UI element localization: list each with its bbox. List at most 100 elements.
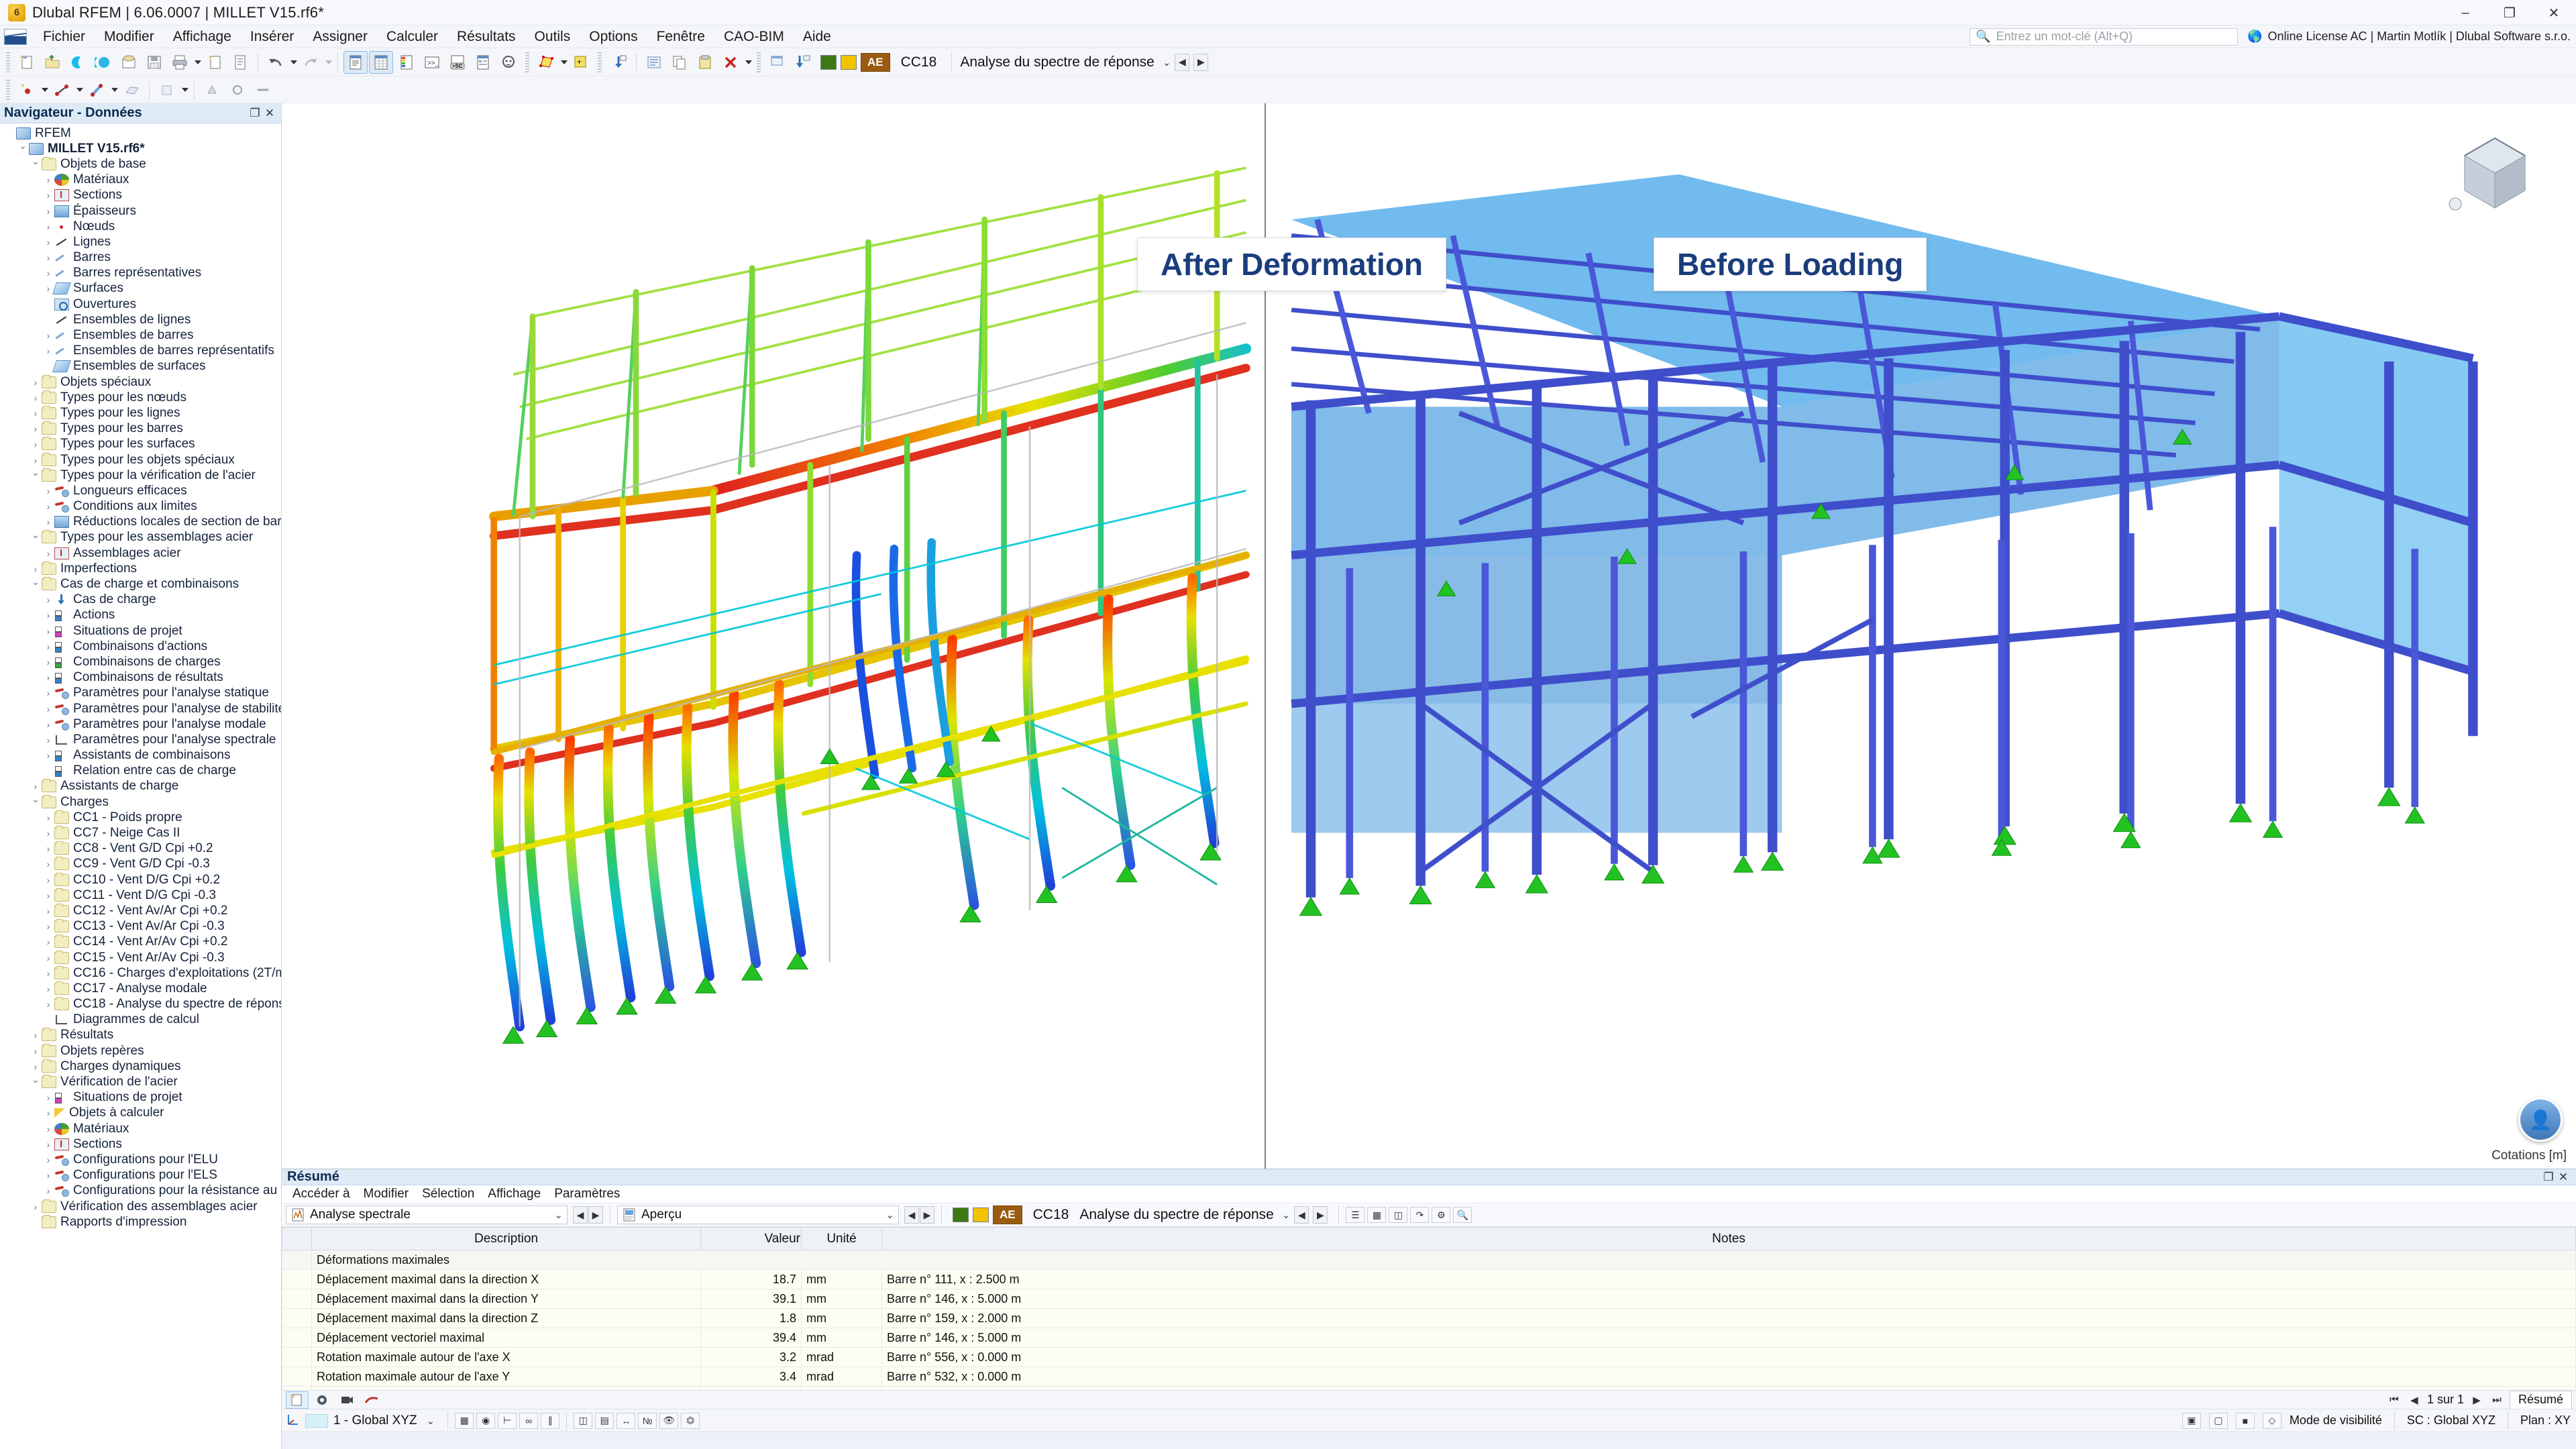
chevron-right-icon[interactable] [42, 517, 54, 527]
navigator-toggle-icon[interactable] [343, 51, 368, 74]
navigator-item-27[interactable]: Assemblages acier [0, 545, 281, 561]
results-menu-acceder[interactable]: Accéder à [286, 1185, 357, 1203]
search-icon[interactable]: 🔍 [1453, 1207, 1472, 1223]
chevron-right-icon[interactable] [42, 875, 54, 885]
pager-prev-button[interactable]: ◀ [2407, 1394, 2422, 1406]
view-mode-combo[interactable]: Aperçu ⌄ [617, 1205, 899, 1224]
view-cube[interactable] [2445, 123, 2545, 224]
report-icon[interactable] [228, 51, 252, 74]
navigator-item-51[interactable]: CC13 - Vent Av/Ar Cpi -0.3 [0, 919, 281, 934]
results-load-case-selector[interactable]: AE CC18 Analyse du spectre de réponse ⌄ … [949, 1203, 1332, 1226]
results-menu-selection[interactable]: Sélection [415, 1185, 481, 1203]
chevron-right-icon[interactable] [42, 1170, 54, 1181]
paste-icon[interactable] [693, 51, 717, 74]
toolbar-grip-2[interactable] [525, 52, 529, 72]
view-next-button[interactable]: ▶ [920, 1206, 934, 1224]
navigator-item-47[interactable]: CC9 - Vent G/D Cpi -0.3 [0, 857, 281, 872]
settings-icon[interactable]: ⚙ [1432, 1207, 1450, 1223]
chevron-right-icon[interactable] [42, 735, 54, 745]
navigator-item-68[interactable]: Configurations pour la résistance au feu [0, 1183, 281, 1199]
navigator-item-24[interactable]: Conditions aux limites [0, 499, 281, 515]
new-node-icon[interactable] [15, 78, 39, 101]
new-report-icon[interactable] [203, 51, 227, 74]
navigator-item-10[interactable]: Surfaces [0, 281, 281, 297]
results-close-button[interactable]: ✕ [2556, 1171, 2571, 1184]
delete-dropdown-icon[interactable] [745, 60, 752, 64]
toolbar-grip[interactable] [6, 52, 10, 72]
chevron-down-icon[interactable]: ⌄ [1282, 1209, 1291, 1221]
chevron-right-icon[interactable] [42, 1092, 54, 1103]
bim-model-icon[interactable] [91, 51, 115, 74]
chevron-right-icon[interactable] [42, 983, 54, 994]
navigator-item-44[interactable]: CC1 - Poids propre [0, 810, 281, 825]
col-value[interactable]: Valeur [701, 1228, 802, 1250]
navigator-item-28[interactable]: Imperfections [0, 561, 281, 576]
tab-summary-icon[interactable] [286, 1391, 309, 1409]
chevron-right-icon[interactable] [42, 594, 54, 605]
navigator-item-42[interactable]: Assistants de charge [0, 779, 281, 794]
render-mode-icon[interactable]: ▣ [2182, 1413, 2201, 1429]
chevron-right-icon[interactable] [42, 237, 54, 248]
chevron-down-icon[interactable]: ⌄ [885, 1209, 894, 1221]
snap-grid-icon[interactable]: ▦ [455, 1413, 474, 1429]
wireframe-icon[interactable]: ▢ [2209, 1413, 2228, 1429]
chevron-right-icon[interactable] [30, 377, 42, 388]
chevron-right-icon[interactable] [42, 206, 54, 217]
navigator-item-30[interactable]: Cas de charge [0, 592, 281, 608]
navigator-item-61[interactable]: Vérification de l'acier [0, 1074, 281, 1089]
chevron-right-icon[interactable] [42, 968, 54, 979]
solid-mode-icon[interactable]: ■ [2236, 1413, 2255, 1429]
results-lc-next-button[interactable]: ▶ [1313, 1206, 1328, 1224]
layer-icon[interactable]: ◫ [574, 1413, 592, 1429]
filter-icon[interactable]: ☰ [1346, 1207, 1364, 1223]
chevron-right-icon[interactable] [42, 750, 54, 761]
navigator-item-17[interactable]: Types pour les nœuds [0, 390, 281, 405]
navigator-item-38[interactable]: Paramètres pour l'analyse modale [0, 716, 281, 732]
chevron-right-icon[interactable] [30, 455, 42, 466]
navigator-item-29[interactable]: Cas de charge et combinaisons [0, 576, 281, 592]
chevron-down-icon[interactable] [30, 532, 42, 543]
plane-icon[interactable]: ▤ [595, 1413, 614, 1429]
results-table[interactable]: Description Valeur Unité Notes Déformati… [282, 1227, 2576, 1406]
chevron-right-icon[interactable] [42, 1124, 54, 1134]
navigator-item-23[interactable]: Longueurs efficaces [0, 483, 281, 498]
grid-icon[interactable]: ▦ [1367, 1207, 1386, 1223]
print-icon[interactable] [168, 51, 192, 74]
close-button[interactable]: ✕ [2532, 0, 2576, 25]
project-manager-icon[interactable] [117, 51, 141, 74]
view-prev-button[interactable]: ◀ [904, 1206, 919, 1224]
navigator-item-18[interactable]: Types pour les lignes [0, 405, 281, 421]
pager-next-button[interactable]: ▶ [2469, 1394, 2484, 1406]
new-model-icon[interactable] [15, 51, 39, 74]
undo-icon[interactable] [264, 51, 288, 74]
chevron-right-icon[interactable] [42, 174, 54, 185]
toolbar-grip-3[interactable] [598, 52, 602, 72]
navigator-item-59[interactable]: Objets repères [0, 1043, 281, 1059]
chevron-right-icon[interactable] [42, 1155, 54, 1165]
chevron-right-icon[interactable] [30, 1061, 42, 1072]
load-case-prev-button[interactable]: ◀ [1175, 54, 1189, 71]
menu-item-options[interactable]: Options [580, 25, 647, 48]
select-surface-icon[interactable] [534, 51, 558, 74]
navigator-item-25[interactable]: Réductions locales de section de barre [0, 515, 281, 530]
open-folder-icon[interactable] [40, 51, 64, 74]
navigator-item-4[interactable]: Sections [0, 188, 281, 203]
export-icon[interactable]: ↷ [1410, 1207, 1429, 1223]
search-input[interactable]: 🔍 Entrez un mot-clé (Alt+Q) [1970, 28, 2238, 46]
chevron-down-icon[interactable] [17, 143, 29, 154]
member-dropdown-icon[interactable] [111, 88, 118, 92]
navigator-item-16[interactable]: Objets spéciaux [0, 374, 281, 390]
navigator-undock-button[interactable]: ❐ [248, 107, 262, 120]
navigator-item-36[interactable]: Paramètres pour l'analyse statique [0, 686, 281, 701]
new-surface-icon[interactable] [119, 78, 144, 101]
navigator-item-69[interactable]: Vérification des assemblages acier [0, 1199, 281, 1214]
chevron-right-icon[interactable] [30, 408, 42, 419]
script-icon[interactable]: >SC [445, 51, 470, 74]
table-row[interactable]: Rotation maximale autour de l'axe X3.2mr… [282, 1348, 2576, 1367]
navigator-item-19[interactable]: Types pour les barres [0, 421, 281, 437]
menu-item-fichier[interactable]: Fichier [34, 25, 95, 48]
navigator-item-11[interactable]: Ouvertures [0, 297, 281, 312]
new-hinge-icon[interactable] [225, 78, 250, 101]
pager-last-button[interactable]: ⏭ [2489, 1394, 2504, 1405]
chevron-down-icon[interactable] [30, 1077, 42, 1088]
